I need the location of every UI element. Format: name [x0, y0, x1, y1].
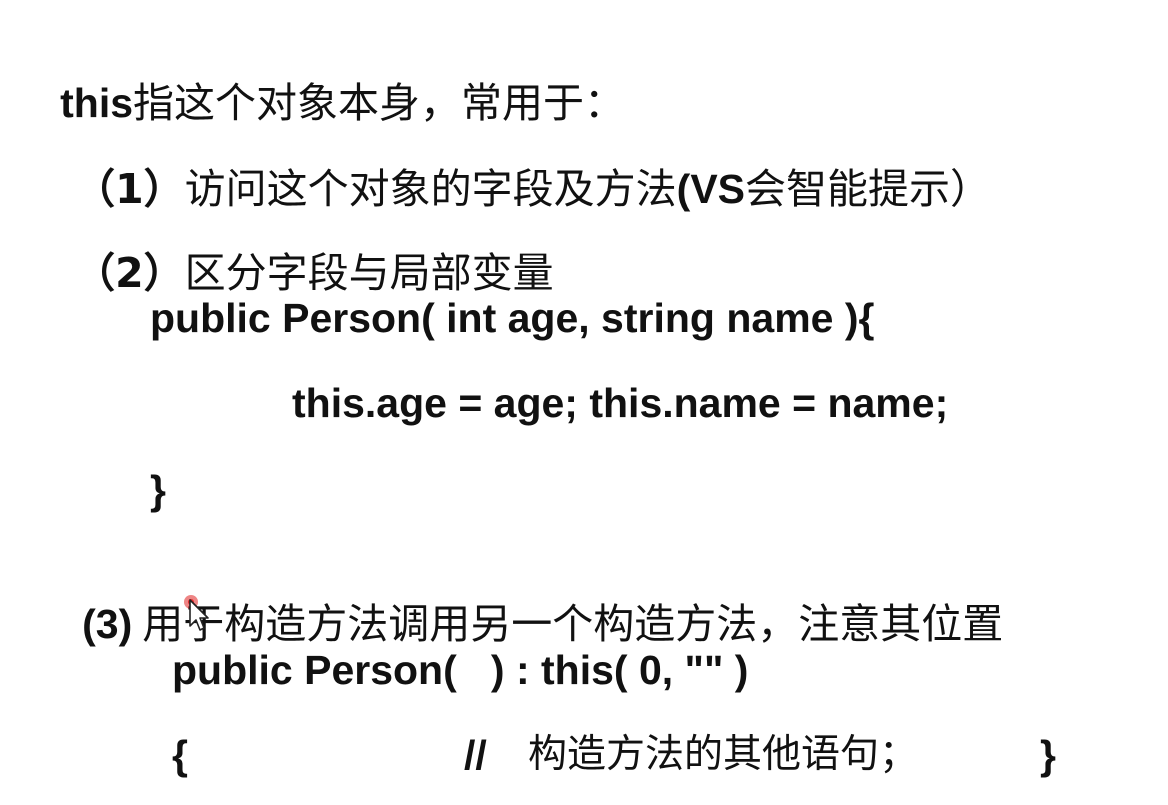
item-1-marker: （1） [74, 165, 185, 213]
item-1-latin: (VS [676, 166, 746, 212]
item-1-text-b: 会智能提示） [745, 165, 992, 213]
code-block-1-line-2: this.age = age; this.name = name; [292, 380, 949, 426]
code-block-2-open-brace: { [172, 732, 188, 778]
heading-keyword: this [60, 80, 134, 126]
slide-canvas: this指这个对象本身，常用于： （1）访问这个对象的字段及方法(VS会智能提示… [0, 0, 1168, 805]
code-comment-text: 构造方法的其他语句； [528, 732, 919, 777]
item-2-marker: （2） [74, 249, 185, 297]
mouse-pointer-icon [184, 594, 218, 634]
heading-text: 指这个对象本身，常用于： [133, 79, 626, 127]
pointer-arrow [189, 599, 209, 631]
code-block-1-line-1: public Person( int age, string name ){ [150, 295, 875, 341]
item-3-text: 用于构造方法调用另一个构造方法，注意其位置 [142, 600, 1004, 648]
code-block-1-line-3: } [150, 467, 166, 513]
code-comment-marker: // [464, 732, 487, 778]
item-3-marker: (3) [82, 601, 133, 647]
mouse-pointer-svg [184, 595, 209, 631]
code-block-2-line-1: public Person( ) : this( 0, "" ) [172, 647, 749, 693]
code-block-2-close-brace: } [1040, 732, 1056, 778]
item-1-text-a: 访问这个对象的字段及方法 [184, 165, 677, 213]
item-2-text: 区分字段与局部变量 [184, 249, 554, 297]
